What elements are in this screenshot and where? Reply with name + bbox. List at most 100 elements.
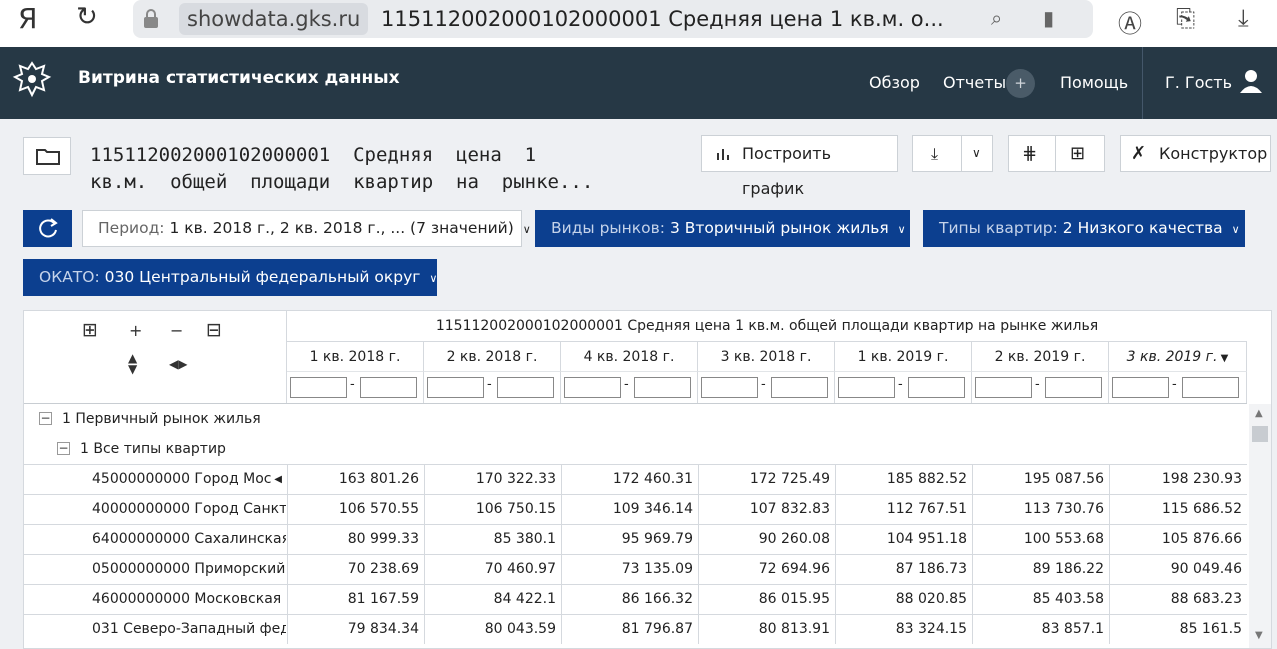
table-cell[interactable]: 198 230.93 [1109,465,1247,494]
column-header[interactable]: 2 кв. 2018 г. [424,342,561,372]
table-cell[interactable]: 107 832.83 [698,495,835,524]
table-row[interactable]: 05000000000 Приморский 70 238.69 70 460.97… [24,554,1247,584]
row-label[interactable]: 64000000000 Сахалинская [92,525,286,554]
table-cell[interactable]: 79 834.34 [287,615,424,644]
reload-icon[interactable]: ↻ [76,2,98,32]
sort-horizontal-icon[interactable]: ◀▶ [169,357,187,371]
table-cell[interactable]: 106 570.55 [287,495,424,524]
table-layout-button[interactable]: ⊞ [1055,135,1105,172]
download-icon[interactable]: ⤓ [1238,4,1249,32]
freeze-grid-button[interactable]: ⋕ [1008,135,1056,172]
filter-period[interactable]: Период: 1 кв. 2018 г., 2 кв. 2018 г., ..… [82,210,531,247]
row-label[interactable]: 46000000000 Московская [92,585,286,614]
group-row-all-types[interactable]: − 1 Все типы квартир [24,434,1247,464]
table-cell[interactable]: 112 767.51 [835,495,972,524]
column-header[interactable]: 3 кв. 2019 г. ▼ [1109,342,1247,372]
search-icon[interactable]: ⌕ [991,6,1002,30]
group-row-primary-market[interactable]: − 1 Первичный рынок жилья [24,404,1247,434]
filter-markets[interactable]: Виды рынков: 3 Вторичный рынок жилья ∨ [535,210,910,247]
table-cell[interactable]: 172 725.49 [698,465,835,494]
range-to-input[interactable] [908,377,965,398]
scroll-thumb[interactable] [1252,426,1268,442]
scroll-up-icon[interactable]: ▲ [1255,408,1263,419]
column-header[interactable]: 1 кв. 2018 г. [287,342,424,372]
range-from-input[interactable] [427,377,484,398]
row-label[interactable]: 40000000000 Город Санкт [92,495,286,524]
open-folder-button[interactable] [23,137,71,175]
column-header[interactable]: 4 кв. 2018 г. [561,342,698,372]
yandex-logo[interactable]: Я [18,2,37,35]
table-row[interactable]: 40000000000 Город Санкт 106 570.55 106 750… [24,494,1247,524]
table-cell[interactable]: 172 460.31 [561,465,698,494]
scroll-down-icon[interactable]: ▼ [1255,630,1263,641]
range-to-input[interactable] [1182,377,1239,398]
table-cell[interactable]: 195 087.56 [972,465,1109,494]
row-label[interactable]: 031 Северо-Западный фед [92,615,286,644]
constructor-button[interactable]: ✗ Конструктор [1120,135,1271,172]
expand-all-icon[interactable]: ⊞ [82,319,98,341]
row-label[interactable]: 05000000000 Приморский [92,555,286,584]
table-cell[interactable]: 85 403.58 [972,585,1109,614]
table-cell[interactable]: 80 043.59 [424,615,561,644]
range-from-input[interactable] [975,377,1032,398]
collapse-all-icon[interactable]: ⊟ [206,319,222,341]
address-bar[interactable]: showdata.gks.ru 115112002000102000001 Ср… [133,0,1093,38]
filter-flat-types[interactable]: Типы квартир: 2 Низкого качества ∨ [923,210,1245,247]
range-from-input[interactable] [1112,377,1169,398]
table-row[interactable]: 031 Северо-Западный фед 79 834.34 80 043.5… [24,614,1247,644]
collapse-icon[interactable]: − [39,412,52,425]
table-cell[interactable]: 104 951.18 [835,525,972,554]
table-cell[interactable]: 106 750.15 [424,495,561,524]
emblem-icon[interactable] [12,60,52,98]
range-from-input[interactable] [838,377,895,398]
table-cell[interactable]: 90 260.08 [698,525,835,554]
caret-left-icon[interactable]: ◀ [274,465,282,494]
table-cell[interactable]: 84 422.1 [424,585,561,614]
table-cell[interactable]: 80 999.33 [287,525,424,554]
table-cell[interactable]: 100 553.68 [972,525,1109,554]
table-cell[interactable]: 89 186.22 [972,555,1109,584]
filter-okato[interactable]: ОКАТО: 030 Центральный федеральный округ… [23,259,437,296]
site-title[interactable]: Витрина статистических данных [78,68,400,88]
add-report-icon[interactable]: + [1006,69,1035,98]
table-cell[interactable]: 70 460.97 [424,555,561,584]
table-cell[interactable]: 86 166.32 [561,585,698,614]
table-cell[interactable]: 81 796.87 [561,615,698,644]
collapse-level-icon[interactable]: − [170,321,183,340]
user-icon[interactable] [1238,67,1266,95]
table-row[interactable]: 45000000000 Город Мос ◀ 163 801.26 170 322.… [24,464,1247,494]
table-cell[interactable]: 87 186.73 [835,555,972,584]
table-cell[interactable]: 95 969.79 [561,525,698,554]
expand-level-icon[interactable]: + [129,321,142,340]
url-host[interactable]: showdata.gks.ru [179,3,369,35]
range-from-input[interactable] [290,377,347,398]
export-button[interactable]: ⤓ [912,135,962,172]
table-cell[interactable]: 90 049.46 [1109,555,1247,584]
column-header[interactable]: 3 кв. 2018 г. [698,342,835,372]
bookmark-icon[interactable]: ▮ [1043,6,1054,30]
row-label[interactable]: 45000000000 Город Мос ◀ [92,465,286,494]
range-to-input[interactable] [634,377,691,398]
table-cell[interactable]: 88 683.23 [1109,585,1247,614]
nav-reports[interactable]: Отчеты [943,73,1006,92]
nav-overview[interactable]: Обзор [869,73,920,92]
table-cell[interactable]: 86 015.95 [698,585,835,614]
table-cell[interactable]: 113 730.76 [972,495,1109,524]
range-to-input[interactable] [771,377,828,398]
column-header[interactable]: 1 кв. 2019 г. [835,342,972,372]
sort-vertical-icon[interactable]: ▲ ▼ [128,352,137,375]
table-cell[interactable]: 115 686.52 [1109,495,1247,524]
column-header[interactable]: 2 кв. 2019 г. [972,342,1109,372]
table-cell[interactable]: 163 801.26 [287,465,424,494]
table-row[interactable]: 64000000000 Сахалинская 80 999.33 85 380.1… [24,524,1247,554]
export-dropdown-button[interactable]: ∨ [961,135,993,172]
vertical-scrollbar[interactable]: ▲ ▼ [1249,404,1271,648]
range-to-input[interactable] [360,377,417,398]
table-cell[interactable]: 185 882.52 [835,465,972,494]
table-cell[interactable]: 85 161.5 [1109,615,1247,644]
reader-mode-icon[interactable]: Ⓐ [1118,4,1142,39]
refresh-button[interactable] [23,210,72,247]
table-cell[interactable]: 81 167.59 [287,585,424,614]
share-icon[interactable]: ⎘ [1176,4,1195,32]
build-chart-button[interactable]: Построить график [701,135,898,198]
